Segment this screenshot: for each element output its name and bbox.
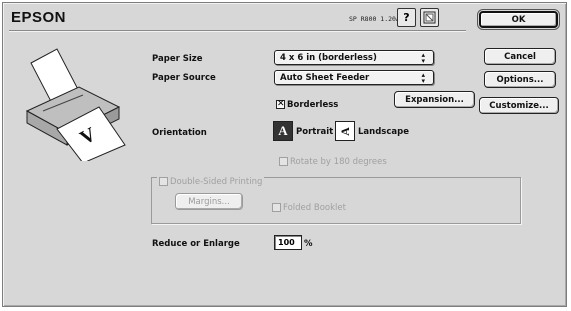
double-sided-checkbox[interactable]: Double-Sided Printing <box>157 171 265 190</box>
paper-source-value: Auto Sheet Feeder <box>280 72 370 83</box>
paper-size-value: 4 x 6 in (borderless) <box>280 52 377 63</box>
page-setup-icon[interactable] <box>420 8 439 27</box>
borderless-label: Borderless <box>287 99 339 110</box>
percent-unit: % <box>304 239 313 249</box>
margins-button[interactable]: Margins... <box>175 193 243 210</box>
reduce-enlarge-label: Reduce or Enlarge <box>152 239 240 249</box>
printer-illustration: V <box>21 41 133 165</box>
folded-booklet-checkbox[interactable]: Folded Booklet <box>272 197 346 216</box>
cancel-button[interactable]: Cancel <box>484 48 556 65</box>
help-icon[interactable]: ? <box>397 8 416 27</box>
paper-size-label: Paper Size <box>152 54 203 64</box>
expansion-button[interactable]: Expansion... <box>394 91 475 108</box>
chevron-updown-icon: ▴ ▾ <box>421 71 425 85</box>
reduce-enlarge-input[interactable]: 100 <box>274 235 302 250</box>
portrait-icon[interactable]: A <box>273 121 293 141</box>
orientation-label: Orientation <box>152 128 207 138</box>
options-button[interactable]: Options... <box>484 71 556 88</box>
help-icon-glyph: ? <box>403 11 410 24</box>
paper-source-label: Paper Source <box>152 73 216 83</box>
driver-version: SP R800 1.20A <box>349 15 400 23</box>
portrait-label[interactable]: Portrait <box>296 127 333 137</box>
customize-button[interactable]: Customize... <box>479 97 559 114</box>
folded-booklet-checkbox-box[interactable] <box>272 203 281 212</box>
folded-booklet-label: Folded Booklet <box>283 202 346 213</box>
borderless-checkbox[interactable]: ✕ Borderless <box>276 94 338 113</box>
header-divider <box>9 30 466 32</box>
page-setup-dialog: EPSON SP R800 1.20A ? OK Cancel Options.… <box>2 2 567 307</box>
rotate-label: Rotate by 180 degrees <box>290 156 387 167</box>
double-sided-label: Double-Sided Printing <box>170 176 263 187</box>
chevron-updown-icon: ▴ ▾ <box>421 51 425 65</box>
double-sided-checkbox-box[interactable] <box>159 177 168 186</box>
ok-button[interactable]: OK <box>477 9 560 30</box>
paper-size-select[interactable]: 4 x 6 in (borderless) ▴ ▾ <box>274 50 434 65</box>
rotate-checkbox-box[interactable] <box>279 157 288 166</box>
landscape-label[interactable]: Landscape <box>358 127 409 137</box>
rotate-checkbox[interactable]: Rotate by 180 degrees <box>279 151 387 170</box>
paper-source-select[interactable]: Auto Sheet Feeder ▴ ▾ <box>274 70 434 85</box>
brand-logo: EPSON <box>11 9 67 26</box>
borderless-checkbox-box[interactable]: ✕ <box>276 99 285 109</box>
landscape-icon[interactable]: A <box>335 121 355 141</box>
